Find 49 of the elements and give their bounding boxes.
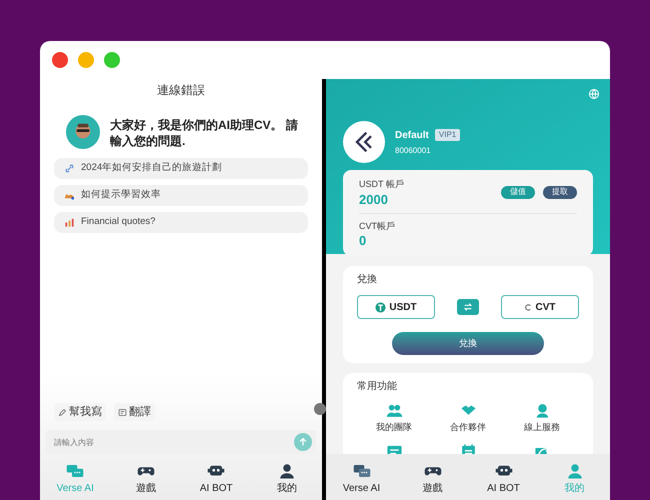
nav-tab[interactable]: Verse AI bbox=[332, 462, 392, 496]
function-item[interactable]: 合作夥伴 bbox=[431, 402, 505, 434]
chart-icon bbox=[64, 217, 75, 228]
message-input[interactable]: 請輸入內容 bbox=[46, 430, 316, 454]
globe-icon bbox=[588, 88, 600, 100]
currency-selector[interactable]: CVT bbox=[501, 295, 579, 319]
nav-tab[interactable]: AI BOT bbox=[186, 462, 246, 496]
exchange-button[interactable]: 兌換 bbox=[392, 332, 544, 355]
nav-tab[interactable]: 我的 bbox=[256, 462, 317, 496]
logo-icon bbox=[343, 121, 385, 163]
chat-bubbles-icon bbox=[65, 462, 86, 480]
swap-button[interactable] bbox=[457, 299, 479, 315]
suggestion-item[interactable]: 2024年如何安排自己的旅遊計劃 bbox=[54, 158, 308, 179]
greeting-message: 大家好，我是你們的AI助理CV。 請輸入您的問題. bbox=[110, 117, 300, 149]
user-id: 80060001 bbox=[395, 144, 432, 156]
vip-badge: VIP1 bbox=[434, 129, 460, 141]
tool-chip[interactable]: 翻譯 bbox=[114, 403, 155, 421]
chat-bubbles-icon bbox=[352, 462, 372, 480]
nav-tab[interactable]: 遊戲 bbox=[116, 462, 176, 496]
account-action-button[interactable]: 提取 bbox=[543, 186, 577, 199]
account-balance: 0 bbox=[359, 233, 368, 248]
scroll-handle[interactable] bbox=[314, 403, 326, 415]
suggestion-item[interactable]: Financial quotes? bbox=[54, 212, 308, 233]
currency-selector[interactable]: USDT bbox=[357, 295, 435, 319]
swap-arrows-icon bbox=[463, 302, 473, 312]
minimize-button[interactable] bbox=[78, 52, 94, 68]
translate-icon bbox=[118, 408, 127, 416]
avatar-icon bbox=[66, 115, 100, 149]
people-icon bbox=[386, 402, 402, 419]
maximize-button[interactable] bbox=[104, 52, 120, 68]
nav-tab[interactable]: 遊戲 bbox=[402, 462, 462, 496]
nav-tab[interactable]: AI BOT bbox=[474, 462, 534, 496]
window-title: 連線錯誤 bbox=[156, 82, 206, 99]
account-label: CVT帳戶 bbox=[359, 220, 395, 232]
function-item[interactable]: 我的團隊 bbox=[357, 402, 431, 434]
tether-coin-icon bbox=[375, 302, 386, 312]
account-balance: 2000 bbox=[359, 192, 389, 206]
user-name: Default bbox=[395, 128, 429, 142]
arrow-up-icon bbox=[298, 437, 308, 447]
function-item[interactable]: 線上服務 bbox=[505, 402, 579, 434]
c-coin-icon bbox=[524, 304, 532, 310]
close-button[interactable] bbox=[52, 52, 68, 68]
suggestion-item[interactable]: 如何提示學習效率 bbox=[54, 185, 308, 206]
pencil-icon bbox=[58, 408, 67, 416]
section-title: 兌換 bbox=[357, 273, 378, 287]
link-icon bbox=[64, 163, 75, 174]
tool-chip[interactable]: 幫我寫 bbox=[54, 403, 106, 421]
section-title: 常用功能 bbox=[357, 380, 398, 394]
account-label: USDT 帳戶 bbox=[359, 178, 404, 191]
